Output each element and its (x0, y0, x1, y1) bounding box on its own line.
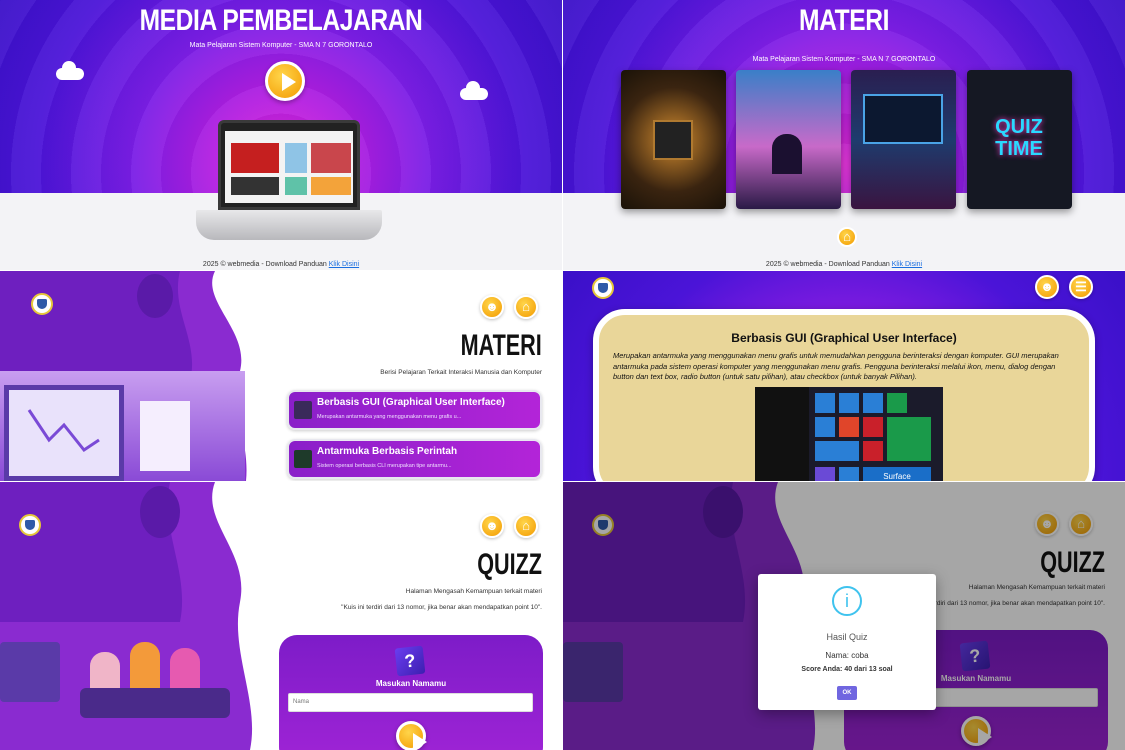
content-title: Berbasis GUI (Graphical User Interface) (731, 331, 957, 345)
tile (887, 393, 907, 413)
tile (887, 417, 931, 461)
footer-text: 2025 © webmedia - Download Panduan (765, 261, 890, 268)
tile (815, 467, 835, 481)
menu-button[interactable]: ☰ (1069, 275, 1093, 299)
card-quiz[interactable]: QUIZ TIME (967, 70, 1072, 209)
result-dialog: i Hasil Quiz Nama: coba Score Anda: 40 d… (758, 574, 936, 710)
chip-icon (653, 120, 693, 160)
tile (863, 417, 883, 437)
document-panel (140, 401, 190, 471)
tile (285, 143, 307, 173)
school-logo (592, 277, 614, 299)
name-input[interactable]: Nama (288, 693, 533, 712)
play-button[interactable] (265, 61, 305, 101)
windows-start-screenshot: Surface (755, 387, 943, 481)
tile (815, 393, 835, 413)
school-logo (31, 293, 53, 315)
page-title: MEDIA PEMBELAJARAN (139, 4, 423, 37)
info-icon: i (832, 586, 862, 616)
tile (285, 177, 307, 195)
page-title: MATERI (798, 4, 889, 37)
page-subtitle: Mata Pelajaran Sistem Komputer - SMA N 7… (752, 56, 936, 63)
content-card: Berbasis GUI (Graphical User Interface) … (593, 309, 1095, 481)
page-title: MATERI (460, 329, 542, 362)
list-item-cli[interactable]: Antarmuka Berbasis Perintah Sistem opera… (287, 439, 542, 479)
profile-button[interactable]: ☻ (480, 514, 504, 538)
start-quiz-button[interactable] (396, 721, 427, 750)
tile (839, 393, 859, 413)
result-score: Score Anda: 40 dari 13 soal (801, 666, 893, 673)
tile (863, 393, 883, 413)
screenshot-grid: MEDIA PEMBELAJARAN Mata Pelajaran Sistem… (0, 0, 1125, 750)
question-cube-icon: ? (394, 645, 426, 677)
laptop-base (196, 210, 382, 240)
cloud-icon (460, 81, 488, 100)
home-button[interactable]: ⌂ (514, 514, 538, 538)
tile (839, 417, 859, 437)
page-subtitle: Halaman Mengasah Kemampuan terkait mater… (405, 588, 542, 595)
page-title: QUIZZ (477, 548, 542, 581)
person-icon (772, 134, 802, 174)
guide-link[interactable]: Klik Disini (329, 261, 359, 268)
home-button[interactable] (837, 227, 857, 247)
materi-detail-panel: ☻ ☰ Berbasis GUI (Graphical User Interfa… (563, 271, 1125, 481)
home-panel: MEDIA PEMBELAJARAN Mata Pelajaran Sistem… (0, 0, 562, 270)
tile (231, 177, 279, 195)
laptop-illustration (218, 120, 360, 210)
home-button[interactable]: ⌂ (514, 295, 538, 319)
list-item-gui[interactable]: Berbasis GUI (Graphical User Interface) … (287, 390, 542, 430)
card-code[interactable] (851, 70, 956, 209)
quiz-result-panel: ☻ ⌂ QUIZZ Halaman Mengasah Kemampuan ter… (563, 482, 1125, 750)
item-desc: Merupakan antarmuka yang menggunakan men… (317, 414, 462, 420)
quiz-panel: ☻ ⌂ QUIZZ Halaman Mengasah Kemampuan ter… (0, 482, 562, 750)
profile-button[interactable]: ☻ (480, 295, 504, 319)
item-desc: Sistem operasi berbasis CLI merupakan ti… (317, 463, 452, 469)
guide-link[interactable]: Klik Disini (892, 261, 922, 268)
quiz-time-neon: QUIZ TIME (995, 116, 1043, 160)
chart-screen (4, 385, 124, 481)
chart-line-icon (27, 409, 100, 453)
tile (815, 441, 859, 461)
tile (311, 177, 351, 195)
start-menu-list (755, 387, 809, 481)
footer: 2025 © webmedia - Download Panduan Klik … (563, 261, 1125, 268)
quiz-form-card: ? Masukan Namamu Nama (279, 635, 543, 750)
item-title: Berbasis GUI (Graphical User Interface) (317, 397, 505, 408)
materi-list-panel: ☻ ⌂ MATERI Berisi Pelajaran Terkait Inte… (0, 271, 562, 481)
thumbnail (294, 450, 312, 468)
dialog-title: Hasil Quiz (826, 632, 868, 642)
tv-illustration (0, 642, 60, 702)
name-label: Masukan Namamu (375, 679, 447, 688)
ok-button[interactable]: OK (837, 686, 857, 700)
cloud-icon (56, 61, 84, 80)
surface-tile: Surface (863, 467, 931, 481)
footer-text: 2025 © webmedia - Download Panduan (202, 261, 327, 268)
tile (815, 417, 835, 437)
card-chip[interactable] (621, 70, 726, 209)
monitor-icon (863, 94, 943, 144)
tile (863, 441, 883, 461)
cheering-people-illustration (80, 622, 230, 722)
video-tile (231, 143, 279, 173)
item-title: Antarmuka Berbasis Perintah (317, 446, 458, 457)
quiz-rule: "Kuis ini terdiri dari 13 nomor, jika be… (341, 604, 542, 611)
tile (839, 467, 859, 481)
profile-button[interactable]: ☻ (1035, 275, 1059, 299)
school-logo (19, 514, 41, 536)
materi-cover-panel: MATERI Mata Pelajaran Sistem Komputer - … (563, 0, 1125, 270)
tile (311, 143, 351, 173)
footer: 2025 © webmedia - Download Panduan Klik … (0, 261, 562, 268)
page-subtitle: Berisi Pelajaran Terkait Interaksi Manus… (380, 369, 542, 376)
thumbnail (294, 401, 312, 419)
page-subtitle: Mata Pelajaran Sistem Komputer - SMA N 7… (189, 42, 373, 49)
dashboard-illustration (0, 371, 245, 481)
card-space[interactable] (736, 70, 841, 209)
content-body: Merupakan antarmuka yang menggunakan men… (613, 351, 1059, 381)
result-name: Nama: coba (825, 651, 869, 660)
